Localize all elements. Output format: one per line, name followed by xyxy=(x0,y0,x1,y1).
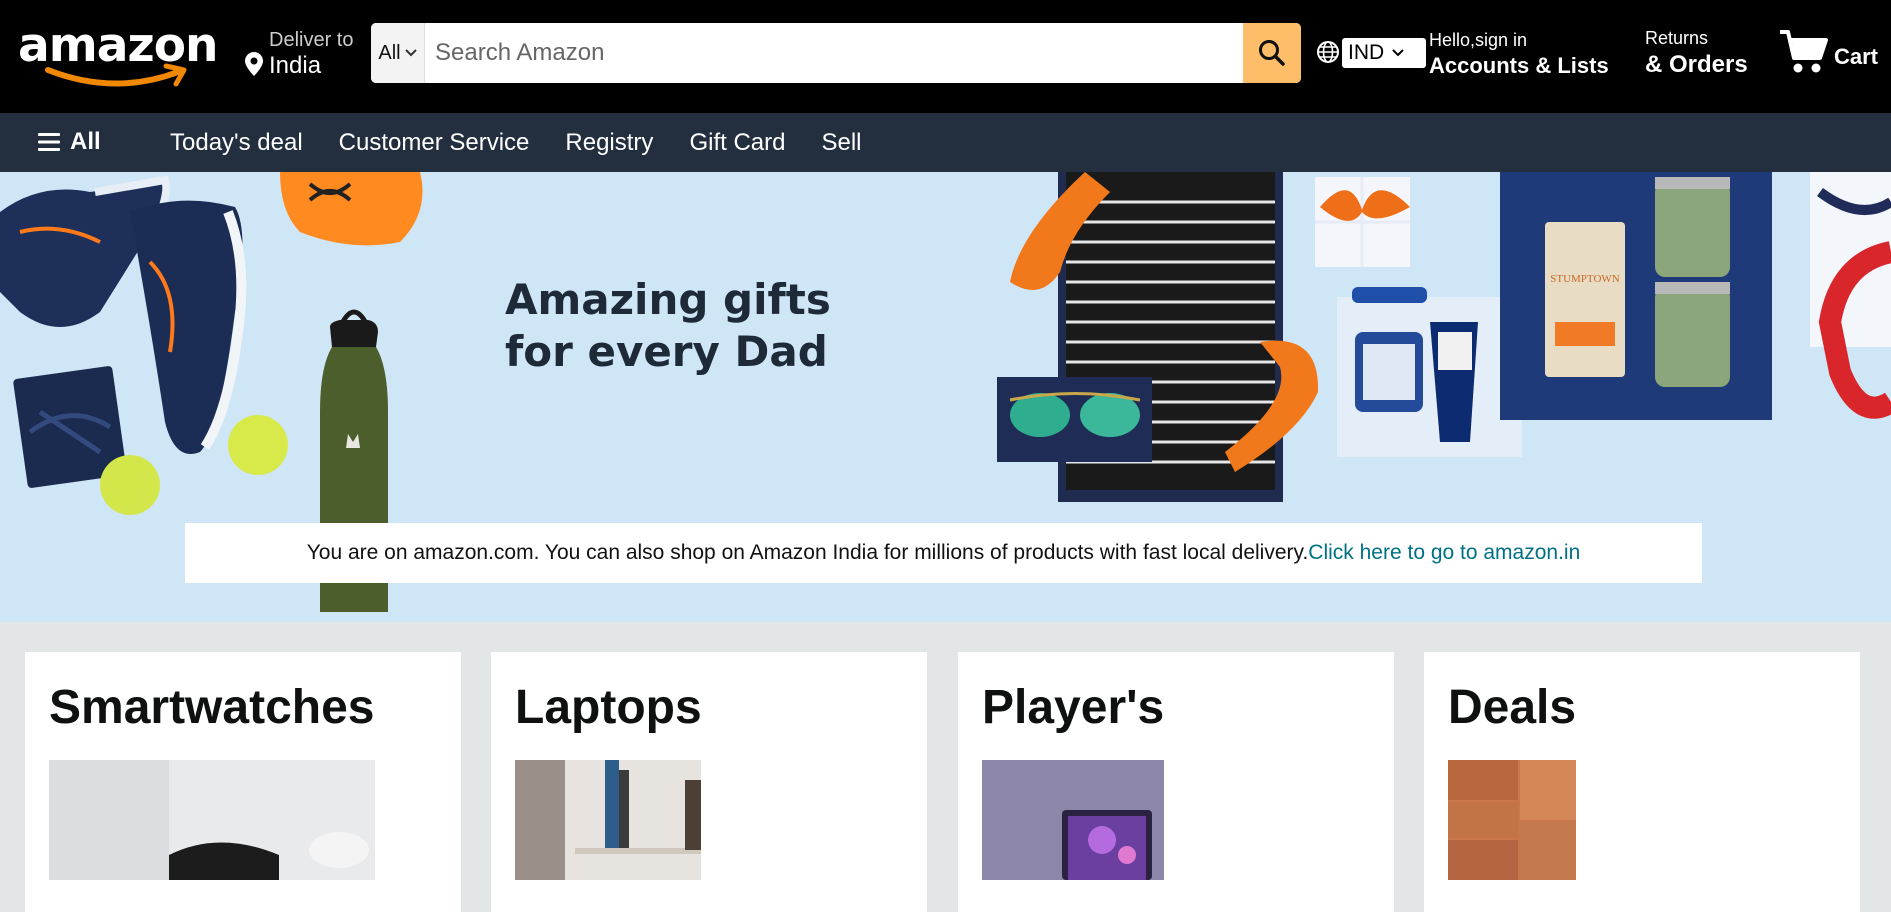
returns-orders[interactable]: Returns & Orders xyxy=(1645,28,1748,79)
card-title: Laptops xyxy=(515,681,702,734)
orders-label: & Orders xyxy=(1645,51,1748,78)
hamburger-icon xyxy=(38,133,60,151)
all-menu-label: All xyxy=(70,128,101,155)
hero-banner[interactable]: STUMPTOWN Amazing gifts for every Dad Yo… xyxy=(0,172,1891,622)
category-card-smartwatches[interactable]: Smartwatches xyxy=(25,652,461,912)
grooming-products-image xyxy=(1337,287,1522,457)
language-value: IND xyxy=(1348,41,1385,64)
nav-links: Today's deal Customer Service Registry G… xyxy=(170,129,862,157)
chevron-down-icon xyxy=(404,49,417,57)
cart-button[interactable]: Cart xyxy=(1778,28,1878,76)
players-image[interactable] xyxy=(982,760,1164,880)
smartwatches-image[interactable] xyxy=(49,760,375,880)
tennis-ball-image xyxy=(228,415,288,475)
category-card-players[interactable]: Player's xyxy=(958,652,1394,912)
search-input[interactable] xyxy=(425,23,1215,83)
account-label: Accounts & Lists xyxy=(1429,53,1609,78)
card-title: Player's xyxy=(982,681,1165,734)
logo-smile-icon xyxy=(45,63,187,87)
cart-icon xyxy=(1780,30,1828,73)
nav-link-customer-service[interactable]: Customer Service xyxy=(339,129,530,157)
small-gift-image xyxy=(1315,177,1410,267)
hero-title-line2: for every Dad xyxy=(505,327,828,376)
card-title: Deals xyxy=(1448,681,1577,734)
coffee-mugs-image: STUMPTOWN xyxy=(1500,172,1772,420)
deliver-location: India xyxy=(269,52,322,79)
account-menu[interactable]: Hello,sign in Accounts & Lists xyxy=(1429,30,1609,79)
top-header: amazon Deliver to India All Search Amazo… xyxy=(0,0,1891,113)
nav-bar: All Today's deal Customer Service Regist… xyxy=(0,113,1891,172)
amazon-logo[interactable]: amazon xyxy=(18,22,221,94)
country-notice: You are on amazon.com. You can also shop… xyxy=(185,523,1702,583)
search-icon xyxy=(1259,40,1285,66)
nav-link-todays-deal[interactable]: Today's deal xyxy=(170,129,303,157)
hero-title: Amazing gifts for every Dad xyxy=(505,274,831,378)
svg-text:STUMPTOWN: STUMPTOWN xyxy=(1550,273,1620,285)
chevron-down-icon xyxy=(1392,49,1404,57)
search-button[interactable] xyxy=(1243,23,1301,83)
card-title: Smartwatches xyxy=(49,681,375,734)
nav-link-registry[interactable]: Registry xyxy=(565,129,653,157)
sunglasses-image xyxy=(997,377,1152,462)
search-category-label: All xyxy=(378,41,401,64)
search-category-select[interactable]: All xyxy=(371,23,425,83)
returns-label: Returns xyxy=(1645,28,1709,48)
amazon-in-link[interactable]: Click here to go to amazon.in xyxy=(1308,541,1580,565)
deals-image[interactable] xyxy=(1448,760,1576,880)
all-menu-button[interactable]: All xyxy=(38,128,101,156)
category-card-deals[interactable]: Deals xyxy=(1424,652,1860,912)
cap-image xyxy=(280,172,423,246)
cart-label: Cart xyxy=(1834,44,1879,69)
notice-text: You are on amazon.com. You can also shop… xyxy=(306,541,1309,564)
language-select[interactable]: IND xyxy=(1342,38,1426,68)
hero-title-line1: Amazing gifts xyxy=(505,275,831,324)
search-bar: All xyxy=(371,23,1301,83)
headphones-image xyxy=(1810,172,1891,419)
account-greeting: Hello,sign in xyxy=(1429,30,1528,50)
location-pin-icon xyxy=(245,52,263,76)
category-card-laptops[interactable]: Laptops xyxy=(491,652,927,912)
nav-link-gift-card[interactable]: Gift Card xyxy=(689,129,785,157)
nav-link-sell[interactable]: Sell xyxy=(821,129,861,157)
deliver-label: Deliver to xyxy=(269,29,354,51)
laptops-image[interactable] xyxy=(515,760,701,880)
tennis-ball-image xyxy=(100,455,160,515)
globe-icon xyxy=(1317,41,1339,63)
